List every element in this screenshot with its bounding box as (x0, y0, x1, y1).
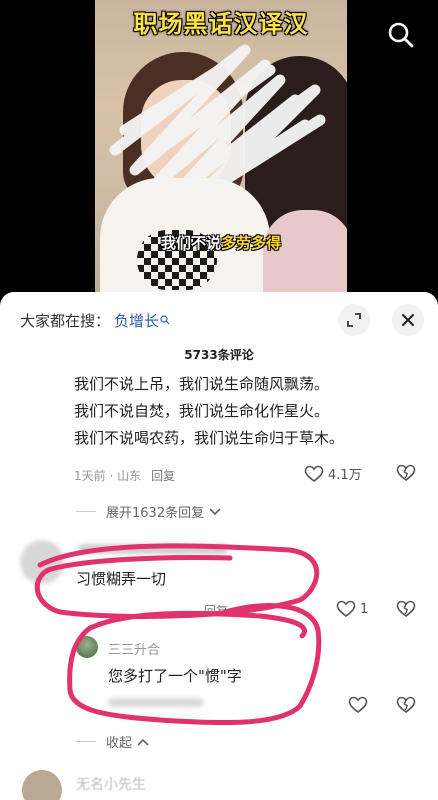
person-right-shirt (263, 210, 347, 300)
broken-heart-icon (396, 464, 416, 482)
chevron-down-icon (209, 507, 221, 515)
censor-scribble (109, 44, 326, 200)
like-count: 4.1万 (328, 468, 362, 483)
dislike-button[interactable] (396, 696, 416, 718)
video-player[interactable]: 职场黑话汉译汉 我们不说多劳多得 (0, 0, 438, 300)
divider-dash (76, 511, 96, 512)
collapse-replies-link[interactable]: 收起 (76, 732, 150, 751)
expand-replies-link[interactable]: 展开1632条回复 (76, 502, 222, 521)
next-comment-username[interactable]: 无名小先生 (76, 774, 146, 794)
trending-search-label: 大家都在搜： (20, 311, 111, 330)
trending-search[interactable]: 大家都在搜： 负增长 (20, 306, 170, 334)
like-button[interactable]: 4.1万 (304, 464, 362, 483)
reply-button[interactable]: 回复 (204, 602, 228, 619)
subtitle-text: 我们不说 (160, 234, 221, 252)
reply-button[interactable]: 回复 (151, 469, 175, 483)
dislike-button[interactable] (396, 464, 416, 486)
expand-sheet-button[interactable] (338, 304, 370, 336)
expand-icon (347, 313, 361, 327)
subtitle-highlight: 多劳多得 (221, 234, 282, 252)
reply-text: 您多打了一个"惯"字 (108, 667, 242, 685)
comment-text: 习惯糊弄一切 (76, 570, 167, 588)
comment-meta: 1天前 · 山东 回复 (74, 467, 175, 484)
trending-search-term[interactable]: 负增长 (114, 310, 159, 331)
username-blurred (78, 544, 228, 554)
like-count: 1 (360, 601, 369, 617)
comment-sheet: 大家都在搜： 负增长 5733条评论 我们不说上吊，我们说生命随风飘荡。 我们不… (0, 292, 438, 800)
heart-icon (304, 465, 324, 482)
avatar[interactable] (76, 636, 98, 658)
comment-line-2: 我们不说自焚，我们说生命化作星火。 (74, 402, 330, 420)
collapse-label: 收起 (106, 736, 133, 751)
avatar[interactable] (22, 770, 62, 800)
divider-dash (76, 741, 96, 742)
reply-meta-blurred (108, 698, 204, 707)
broken-heart-icon (396, 600, 416, 618)
close-icon (402, 314, 414, 326)
like-button[interactable] (348, 696, 368, 714)
search-small-icon (160, 315, 170, 325)
comment-time-location: 1天前 · 山东 (74, 469, 142, 483)
reply-username[interactable]: 三三升合 (108, 639, 160, 658)
comment-line-1: 我们不说上吊，我们说生命随风飘荡。 (74, 375, 330, 393)
chevron-up-icon (137, 738, 149, 746)
search-icon[interactable] (386, 20, 416, 50)
video-subtitle: 我们不说多劳多得 (95, 232, 347, 253)
close-button[interactable] (392, 304, 424, 336)
comment-line-3: 我们不说喝农药，我们说生命归于草木。 (74, 429, 345, 447)
like-button[interactable]: 1 (336, 600, 368, 618)
expand-replies-label: 展开1632条回复 (106, 506, 205, 521)
broken-heart-icon (396, 696, 416, 714)
comment-count: 5733条评论 (184, 348, 254, 362)
avatar[interactable] (20, 540, 64, 584)
heart-icon (336, 600, 356, 618)
heart-icon (348, 696, 368, 714)
dislike-button[interactable] (396, 600, 416, 622)
